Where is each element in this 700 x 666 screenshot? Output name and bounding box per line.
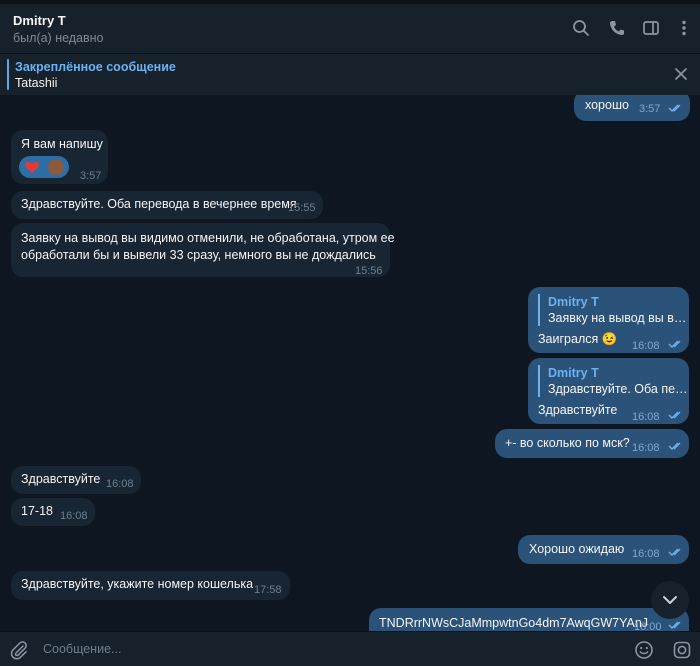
message-bubble-incoming[interactable]: Здравствуйте. Оба перевода в вечернее вр… [11, 191, 323, 219]
double-check-icon [668, 620, 684, 630]
chat-header: Dmitry T был(а) недавно [0, 0, 700, 53]
message-composer: Сообщение... [0, 631, 700, 666]
message-bubble-incoming[interactable]: Здравствуйте 16:08 [11, 466, 141, 494]
message-time: 17:58 [254, 584, 282, 596]
video-message-icon[interactable] [672, 640, 692, 660]
reply-quote[interactable]: Dmitry T Заявку на вывод вы в… [538, 294, 686, 326]
double-check-icon [668, 547, 684, 557]
message-list[interactable]: хорошо 3:57 Я вам напишу 3:57 Здравствуй… [0, 95, 700, 631]
sidebar-icon[interactable] [641, 18, 661, 38]
contact-name[interactable]: Dmitry T [13, 13, 66, 28]
message-time: 16:08 [632, 442, 660, 454]
message-text-line-1: Заявку на вывод вы видимо отменили, не о… [21, 231, 395, 245]
message-time: 15:56 [355, 265, 383, 277]
message-time: 16:08 [106, 478, 134, 490]
message-text-line-2: обработали бы и вывели 33 сразу, немного… [21, 248, 376, 262]
message-text: Хорошо ожидаю [529, 542, 625, 556]
message-time: 16:08 [632, 411, 660, 423]
message-time: 15:55 [288, 202, 316, 214]
double-check-icon [668, 410, 684, 420]
message-time: 18:00 [634, 621, 662, 631]
message-text: Заигрался 😉 [538, 332, 618, 346]
message-text: Здравствуйте [538, 403, 618, 417]
message-bubble-outgoing[interactable]: Dmitry T Здравствуйте. Оба пе… Здравству… [528, 358, 689, 424]
heart-reaction-icon[interactable] [24, 159, 40, 175]
double-check-icon [668, 339, 684, 349]
message-text: +- во сколько по мск? [505, 436, 630, 450]
reply-text: Заявку на вывод вы в… [548, 311, 687, 325]
message-time: 16:08 [632, 548, 660, 560]
message-bubble-incoming[interactable]: Здравствуйте, укажите номер кошелька 17:… [11, 571, 290, 600]
attach-icon[interactable] [9, 640, 29, 660]
pinned-text: Tatashii [15, 76, 58, 90]
message-bubble-outgoing[interactable]: +- во сколько по мск? 16:08 [495, 429, 689, 458]
more-icon[interactable] [674, 18, 694, 38]
message-text: Я вам напишу [21, 137, 103, 151]
message-bubble-incoming[interactable]: 17-18 16:08 [11, 498, 95, 526]
chevron-down-icon [663, 596, 677, 604]
message-text: Здравствуйте. Оба перевода в вечернее вр… [21, 197, 297, 211]
reactions-bar[interactable] [19, 156, 69, 178]
emoji-icon[interactable] [634, 640, 654, 660]
message-time: 3:57 [80, 170, 102, 182]
double-check-icon [668, 103, 684, 113]
message-bubble-outgoing[interactable]: Dmitry T Заявку на вывод вы в… Заигрался… [528, 287, 689, 353]
message-text: Здравствуйте [21, 472, 101, 486]
reply-quote[interactable]: Dmitry T Здравствуйте. Оба пе… [538, 365, 688, 397]
reply-text: Здравствуйте. Оба пе… [548, 382, 688, 396]
message-text: TNDRrrNWsCJaMmpwtnGo4dm7AwqGW7YAnJ [379, 616, 649, 630]
message-time: 3:57 [639, 103, 661, 115]
message-bubble-incoming[interactable]: Я вам напишу 3:57 [11, 130, 108, 184]
contact-status: был(а) недавно [13, 31, 104, 45]
message-bubble-incoming[interactable]: Заявку на вывод вы видимо отменили, не о… [11, 223, 395, 277]
message-input[interactable]: Сообщение... [43, 642, 121, 656]
message-bubble-outgoing[interactable]: Хорошо ожидаю 16:08 [518, 535, 689, 564]
reply-author: Dmitry T [548, 295, 599, 309]
phone-icon[interactable] [607, 18, 627, 38]
message-text: хорошо [585, 98, 629, 112]
scroll-down-button[interactable] [651, 581, 689, 619]
message-bubble-outgoing[interactable]: хорошо 3:57 [574, 95, 690, 121]
message-text: 17-18 [21, 504, 53, 518]
message-text: Здравствуйте, укажите номер кошелька [21, 577, 254, 591]
close-icon[interactable] [673, 66, 689, 82]
message-bubble-outgoing[interactable]: TNDRrrNWsCJaMmpwtnGo4dm7AwqGW7YAnJ 18:00 [369, 608, 689, 631]
message-time: 16:08 [632, 340, 660, 352]
pinned-title: Закреплённое сообщение [15, 60, 176, 74]
search-icon[interactable] [571, 18, 591, 38]
message-time: 16:08 [60, 510, 88, 522]
reaction-avatar [47, 158, 65, 176]
pinned-accent-bar [7, 59, 9, 90]
double-check-icon [668, 441, 684, 451]
reply-author: Dmitry T [548, 366, 599, 380]
pinned-message-bar[interactable]: Закреплённое сообщение Tatashii [0, 53, 700, 95]
